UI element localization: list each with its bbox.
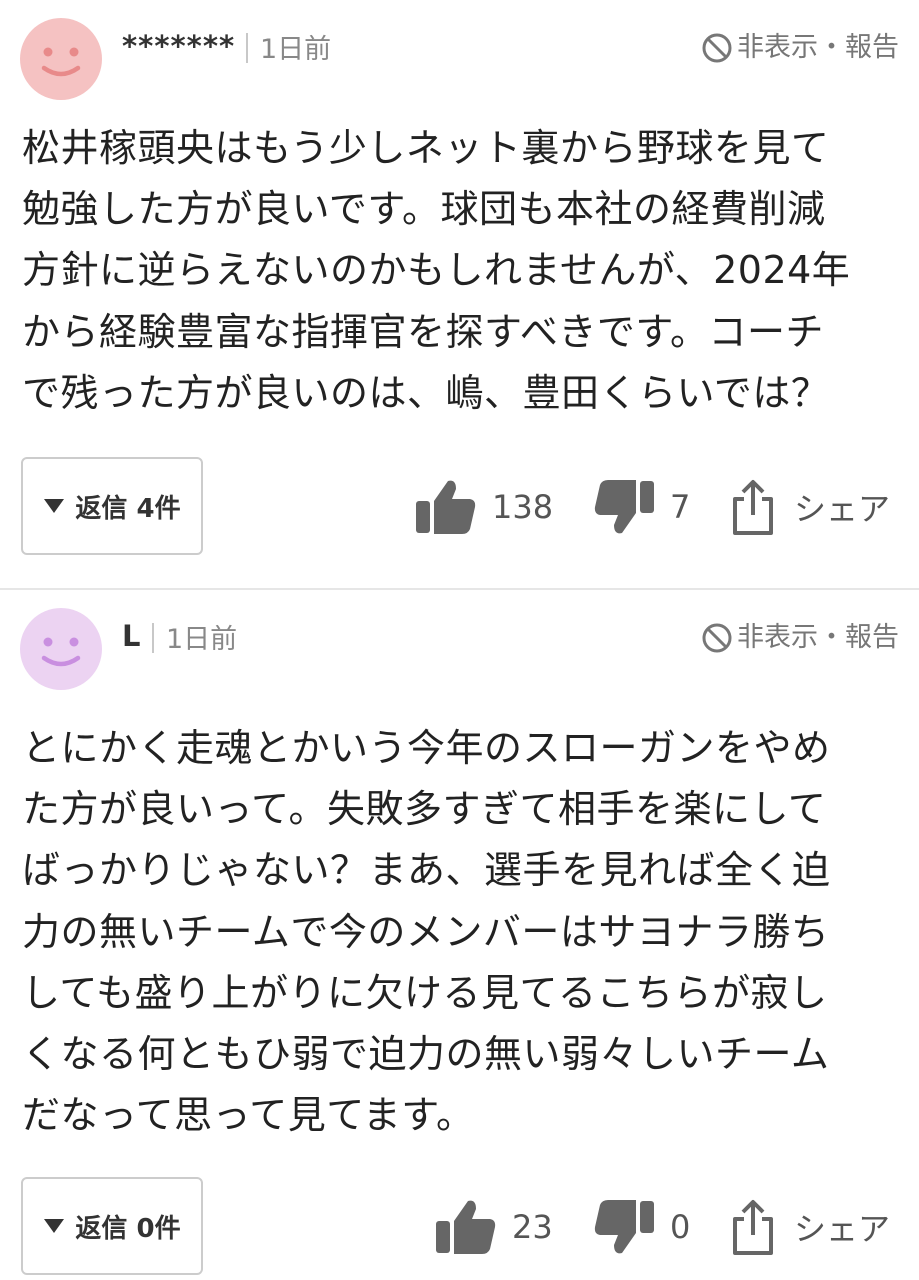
hide-report-label: 非表示・報告 [737,622,899,653]
comment-line: から経験豊富な指揮官を探すべきです。コーチ [22,309,825,354]
like-count: 23 [512,1208,553,1246]
like-button[interactable]: 23 [434,1192,553,1262]
thumbs-down-icon [592,1197,656,1257]
thumbs-up-icon [414,477,478,537]
username[interactable]: ******* [122,26,235,66]
comment-line: しても盛り上がりに欠ける見てるこちらが寂し [22,970,828,1015]
comment-line: 方針に逆らえないのかもしれませんが、2024年 [22,248,851,293]
share-icon [730,477,776,537]
thumbs-down-icon [592,477,656,537]
dislike-count: 0 [670,1208,691,1246]
dislike-button[interactable]: 0 [592,1192,690,1262]
triangle-down-icon [43,498,65,514]
comment-line: た方が良いって。失敗多すぎて相手を楽にして [22,787,827,832]
hide-report-link[interactable]: 非表示・報告 [701,28,899,68]
reply-label: 返信 4件 [75,493,181,524]
comment-card: L 1日前 非表示・報告 とにかく走魂とかいう今年のスローガンをやめ た方が良い… [0,590,919,1280]
reply-button[interactable]: 返信 0件 [21,1177,203,1275]
hide-report-link[interactable]: 非表示・報告 [701,618,899,658]
share-label: シェア [794,490,891,528]
reply-button[interactable]: 返信 4件 [21,457,203,555]
smile-face-icon [41,47,81,77]
comment-line: 力の無いチームで今のメンバーはサヨナラ勝ち [22,909,830,954]
share-button[interactable]: シェア [730,1192,890,1262]
no-entry-icon [701,622,733,654]
separator [152,623,154,653]
comment-line: くなる何ともひ弱で迫力の無い弱々しいチーム [22,1032,830,1077]
post-date: 1日前 [166,624,238,655]
comment-line: で残った方が良いのは、嶋、豊田くらいでは？ [22,370,830,415]
post-date: 1日前 [260,34,332,65]
smile-face-icon [41,637,81,667]
comment-line: だなって思って見てます。 [22,1093,475,1138]
comment-line: とにかく走魂とかいう今年のスローガンをやめ [22,726,831,770]
comment-body: 松井稼頭央はもう少しネット裏から野球を見て 勉強した方が良いです。球団も本社の経… [22,118,902,424]
no-entry-icon [701,32,733,64]
share-label: シェア [794,1210,891,1248]
triangle-down-icon [43,1218,65,1234]
avatar[interactable] [20,608,102,690]
comment-card: ******* 1日前 非表示・報告 松井稼頭央はもう少しネット裏から野球を見て… [0,0,919,588]
share-icon [730,1197,776,1257]
comment-line: ばっかりじゃない？まあ、選手を見れば全く迫 [22,848,831,893]
avatar[interactable] [20,18,102,100]
comment-line: 勉強した方が良いです。球団も本社の経費削減 [22,187,826,232]
separator [246,33,248,63]
comment-body: とにかく走魂とかいう今年のスローガンをやめ た方が良いって。失敗多すぎて相手を楽… [22,718,902,1146]
like-count: 138 [492,488,554,526]
comment-line: 松井稼頭央はもう少しネット裏から野球を見て [22,126,830,170]
dislike-button[interactable]: 7 [592,472,690,542]
like-button[interactable]: 138 [414,472,553,542]
reply-label: 返信 0件 [75,1213,181,1244]
thumbs-up-icon [434,1197,498,1257]
dislike-count: 7 [670,488,691,526]
share-button[interactable]: シェア [730,472,890,542]
username[interactable]: L [122,616,141,656]
hide-report-label: 非表示・報告 [737,32,899,63]
